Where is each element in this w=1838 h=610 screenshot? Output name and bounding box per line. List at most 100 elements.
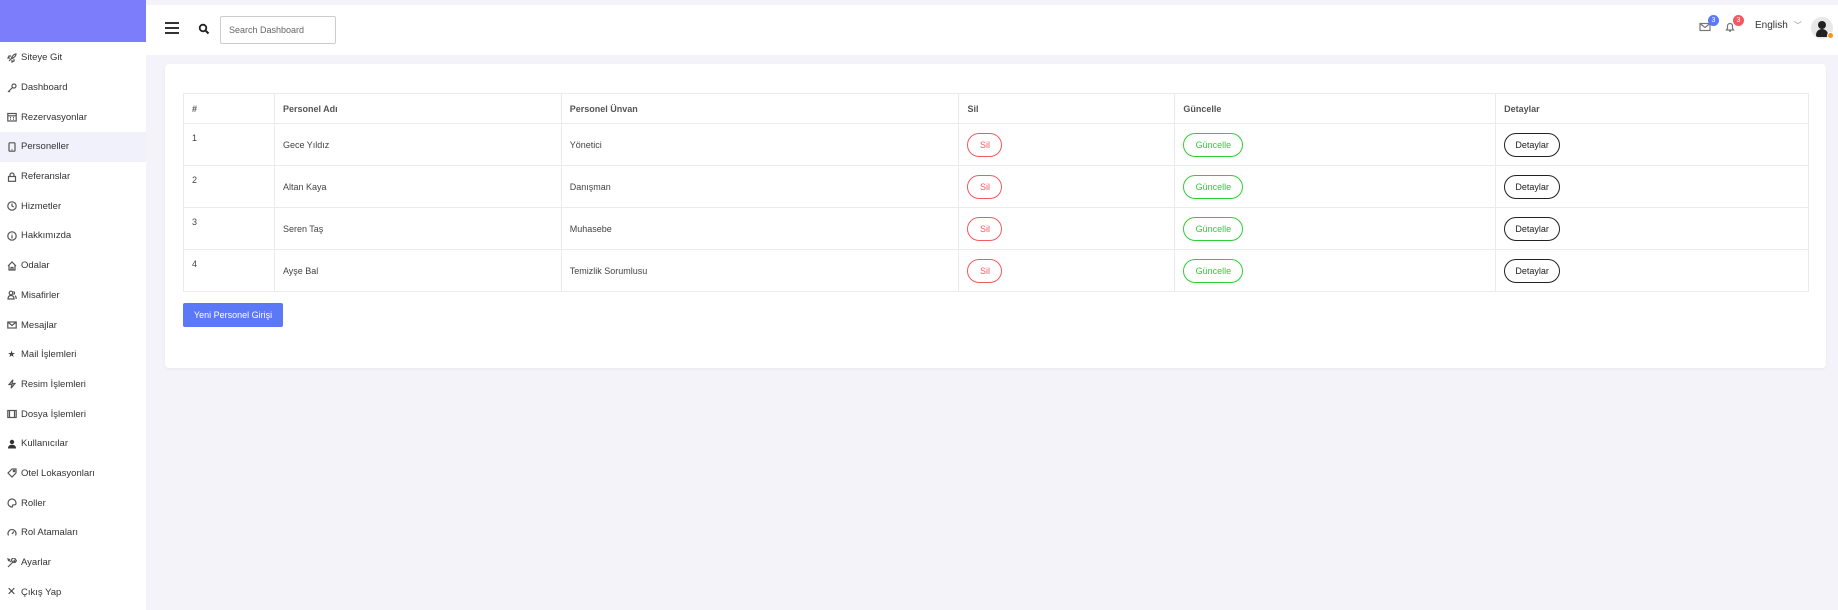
sidebar-item-label: Dashboard [21, 82, 68, 94]
column-header: Sil [958, 93, 1176, 124]
details-button[interactable]: Detaylar [1504, 133, 1561, 157]
column-header: Detaylar [1495, 93, 1809, 124]
row-id-cell: 3 [183, 207, 275, 250]
notification-badge: 3 [1733, 15, 1744, 26]
title-cell: Danışman [560, 165, 960, 208]
sidebar-item-misafirler[interactable]: Misafirler [0, 281, 146, 311]
delete-cell: Sil [958, 123, 1176, 166]
film-icon [6, 409, 17, 420]
sidebar-item-mail-islemleri[interactable]: ★ Mail İşlemleri [0, 340, 146, 370]
palette-icon [6, 498, 17, 509]
language-select[interactable]: English ﹀ [1755, 20, 1802, 31]
delete-button[interactable]: Sil [967, 217, 1003, 241]
sidebar-item-label: Siteye Git [21, 52, 63, 64]
table-row: 1 Gece Yıldız Yönetici Sil Güncelle Deta… [183, 123, 1809, 166]
home-icon [6, 260, 17, 271]
mail-icon[interactable]: 3 [1699, 15, 1719, 35]
update-button[interactable]: Güncelle [1183, 259, 1244, 283]
mail-icon [6, 320, 17, 331]
tools-icon [6, 557, 17, 568]
details-button[interactable]: Detaylar [1504, 259, 1561, 283]
user-icon [6, 438, 17, 449]
sidebar-item-rol-atamalari[interactable]: Rol Atamaları [0, 518, 146, 548]
sidebar-item-otel-lokasyonlari[interactable]: Otel Lokasyonları [0, 459, 146, 489]
topbar: 3 3 English ﹀ [146, 5, 1838, 55]
personel-name: Seren Taş [282, 224, 324, 234]
search-input[interactable] [220, 16, 336, 44]
sidebar-item-label: Mesajlar [21, 319, 57, 331]
update-button[interactable]: Güncelle [1183, 133, 1244, 157]
personel-name: Gece Yıldız [282, 140, 330, 150]
sidebar-item-label: Personeller [21, 141, 70, 153]
row-id-cell: 2 [183, 165, 275, 208]
sidebar-item-mesajlar[interactable]: Mesajlar [0, 310, 146, 340]
sidebar-item-label: Misafirler [21, 289, 60, 301]
star-icon: ★ [7, 349, 16, 360]
row-id: 3 [192, 217, 198, 227]
lock-icon [6, 171, 17, 182]
sidebar-item-siteye-git[interactable]: Siteye Git [0, 43, 146, 73]
column-header: Personel Adı [273, 93, 562, 124]
personel-title: Danışman [569, 182, 611, 192]
update-button[interactable]: Güncelle [1183, 175, 1244, 199]
table-header-row: # Personel Adı Personel Ünvan Sil Güncel… [183, 93, 1809, 124]
name-cell: Seren Taş [273, 207, 562, 250]
update-cell: Güncelle [1174, 249, 1497, 292]
update-cell: Güncelle [1174, 123, 1497, 166]
sidebar-item-label: Otel Lokasyonları [21, 467, 95, 479]
search-icon[interactable] [198, 23, 210, 35]
column-header: # [183, 93, 275, 124]
sidebar-item-dashboard[interactable]: Dashboard [0, 73, 146, 103]
delete-button[interactable]: Sil [967, 259, 1003, 283]
sidebar-item-kullanicilar[interactable]: Kullanıcılar [0, 429, 146, 459]
table-row: 4 Ayşe Bal Temizlik Sorumlusu Sil Güncel… [183, 249, 1809, 292]
sidebar-item-label: Resim İşlemleri [21, 378, 86, 390]
details-button[interactable]: Detaylar [1504, 175, 1561, 199]
mail-badge: 3 [1708, 15, 1719, 26]
sidebar-item-ayarlar[interactable]: Ayarlar [0, 548, 146, 578]
row-id-cell: 4 [183, 249, 275, 292]
title-cell: Yönetici [560, 123, 960, 166]
sidebar-item-hizmetler[interactable]: Hizmetler [0, 191, 146, 221]
update-cell: Güncelle [1174, 207, 1497, 250]
sidebar-item-cikis-yap[interactable]: ✕ Çıkış Yap [0, 577, 146, 607]
status-dot [1827, 32, 1834, 39]
details-button[interactable]: Detaylar [1504, 217, 1561, 241]
table-row: 3 Seren Taş Muhasebe Sil Güncelle Detayl… [183, 207, 1809, 250]
sidebar-item-label: Referanslar [21, 171, 71, 183]
bolt-icon [6, 379, 17, 390]
personel-name: Altan Kaya [282, 182, 327, 192]
title-cell: Muhasebe [560, 207, 960, 250]
name-cell: Ayşe Bal [273, 249, 562, 292]
update-button[interactable]: Güncelle [1183, 217, 1244, 241]
sidebar-item-roller[interactable]: Roller [0, 488, 146, 518]
sidebar-item-label: Roller [21, 497, 46, 509]
sidebar-item-dosya-islemleri[interactable]: Dosya İşlemleri [0, 399, 146, 429]
avatar[interactable] [1811, 17, 1834, 39]
sidebar-item-label: Odalar [21, 260, 50, 272]
personel-card: # Personel Adı Personel Ünvan Sil Güncel… [165, 64, 1826, 368]
close-icon: ✕ [6, 585, 17, 598]
sidebar-item-label: Çıkış Yap [21, 586, 62, 598]
sidebar-menu: Siteye Git Dashboard Rezervasyonlar Pers… [0, 43, 146, 607]
sidebar-item-referanslar[interactable]: Referanslar [0, 162, 146, 192]
delete-button[interactable]: Sil [967, 175, 1003, 199]
details-cell: Detaylar [1495, 123, 1809, 166]
delete-cell: Sil [958, 165, 1176, 208]
sidebar-item-rezervasyonlar[interactable]: Rezervasyonlar [0, 102, 146, 132]
sidebar-item-personeller[interactable]: Personeller [0, 132, 146, 162]
sidebar-item-hakkimizda[interactable]: Hakkımızda [0, 221, 146, 251]
calendar-icon [6, 112, 17, 123]
new-personel-button[interactable]: Yeni Personel Girişi [183, 303, 283, 327]
device-icon [6, 141, 17, 152]
sidebar-item-odalar[interactable]: Odalar [0, 251, 146, 281]
delete-cell: Sil [958, 249, 1176, 292]
sidebar-item-resim-islemleri[interactable]: Resim İşlemleri [0, 370, 146, 400]
menu-toggle-icon[interactable] [165, 22, 179, 34]
delete-button[interactable]: Sil [967, 133, 1003, 157]
row-id: 2 [192, 175, 198, 185]
sidebar-item-label: Rezervasyonlar [21, 111, 87, 123]
sidebar-item-label: Rol Atamaları [21, 527, 79, 539]
bell-icon[interactable]: 3 [1724, 15, 1744, 35]
name-cell: Altan Kaya [273, 165, 562, 208]
